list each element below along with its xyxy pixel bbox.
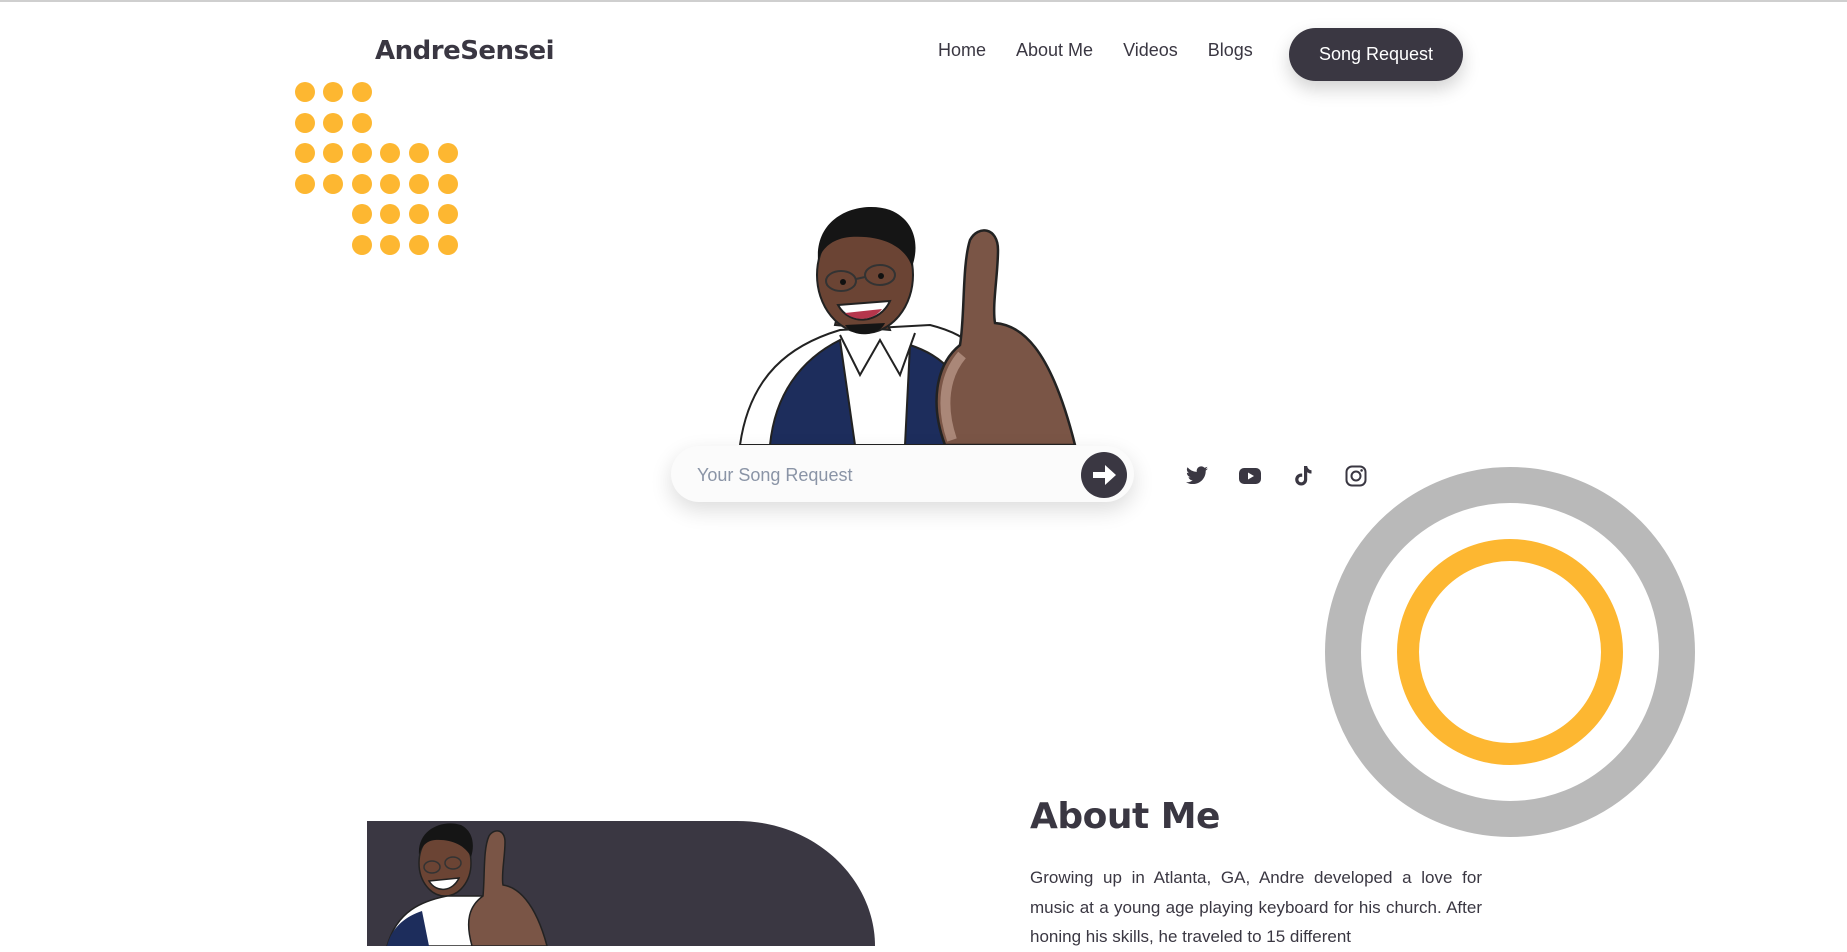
nav-about-me[interactable]: About Me <box>1016 40 1093 61</box>
nav-home[interactable]: Home <box>938 40 986 61</box>
hero-caricature-image <box>738 207 1077 445</box>
song-request-form <box>671 446 1134 502</box>
about-me-text: Growing up in Atlanta, GA, Andre develop… <box>1030 868 1482 946</box>
top-border <box>0 0 1847 2</box>
tiktok-icon[interactable] <box>1291 464 1315 488</box>
decorative-rings <box>1325 467 1695 837</box>
main-nav: Home About Me Videos Blogs <box>938 40 1253 61</box>
youtube-icon[interactable] <box>1238 464 1262 488</box>
about-me-image <box>367 821 875 946</box>
arrow-right-icon <box>1093 465 1116 485</box>
submit-song-request-button[interactable] <box>1081 452 1127 498</box>
song-request-input[interactable] <box>695 454 1039 496</box>
about-me-heading: About Me <box>1030 796 1220 837</box>
nav-blogs[interactable]: Blogs <box>1208 40 1253 61</box>
song-request-button[interactable]: Song Request <box>1289 28 1463 81</box>
twitter-icon[interactable] <box>1185 464 1209 488</box>
nav-videos[interactable]: Videos <box>1123 40 1178 61</box>
site-logo[interactable]: AndreSensei <box>375 36 555 66</box>
